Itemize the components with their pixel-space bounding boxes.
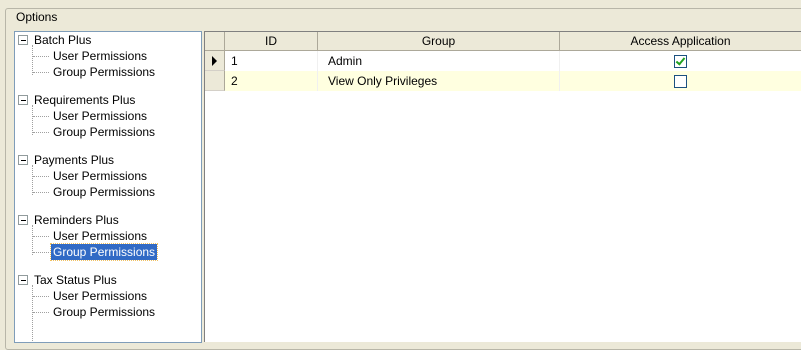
tree-node-label: User Permissions <box>53 229 148 243</box>
tree-node-label: Group Permissions <box>53 65 156 79</box>
row-selector[interactable] <box>205 71 225 91</box>
tree-line <box>32 225 33 255</box>
tree-node-label: Group Permissions <box>53 125 156 139</box>
column-header-id[interactable]: ID <box>225 32 318 51</box>
access-application-checkbox[interactable] <box>674 55 687 68</box>
tree-line <box>33 252 49 253</box>
tree-line <box>33 312 49 313</box>
tree-line <box>33 132 49 133</box>
cell-group[interactable]: Admin <box>318 51 560 71</box>
tree-node-label: Group Permissions <box>53 305 156 319</box>
tree-node-label: Batch Plus <box>34 33 92 47</box>
cell-id[interactable]: 1 <box>225 51 318 71</box>
permissions-grid[interactable]: ID Group Access Application 1 Admin 2 Vi… <box>204 31 801 342</box>
tree-node-label: Reminders Plus <box>34 213 119 227</box>
grid-corner-header <box>205 32 225 51</box>
column-header-group[interactable]: Group <box>318 32 560 51</box>
tree-node-label: User Permissions <box>53 49 148 63</box>
cell-group[interactable]: View Only Privileges <box>318 71 560 91</box>
tree-node-label: Requirements Plus <box>34 93 136 107</box>
tree-line <box>33 176 49 177</box>
access-application-checkbox[interactable] <box>674 75 687 88</box>
collapse-icon[interactable] <box>18 155 28 165</box>
row-selector[interactable] <box>205 51 225 71</box>
tree-node-label: User Permissions <box>53 289 148 303</box>
tree-node-label: Payments Plus <box>34 153 115 167</box>
tree-node-label: Group Permissions <box>53 185 156 199</box>
options-title: Options <box>14 10 60 24</box>
tree-node-label: Tax Status Plus <box>34 273 117 287</box>
tree-line <box>33 192 49 193</box>
tree-line <box>33 236 49 237</box>
permissions-tree[interactable]: Batch Plus User Permissions Group Permis… <box>14 31 202 343</box>
tree-line <box>33 56 49 57</box>
column-header-access-application[interactable]: Access Application <box>560 32 801 51</box>
tree-line <box>33 116 49 117</box>
collapse-icon[interactable] <box>18 275 28 285</box>
tree-node-label: User Permissions <box>53 109 148 123</box>
cell-id[interactable]: 2 <box>225 71 318 91</box>
tree-line <box>32 165 33 195</box>
collapse-icon[interactable] <box>18 95 28 105</box>
tree-line <box>33 72 49 73</box>
tree-line <box>32 105 33 135</box>
collapse-icon[interactable] <box>18 215 28 225</box>
tree-line <box>32 285 33 342</box>
tree-line <box>32 45 33 75</box>
collapse-icon[interactable] <box>18 35 28 45</box>
cell-access-application[interactable] <box>560 71 801 91</box>
current-row-arrow-icon <box>212 56 217 66</box>
tree-line <box>33 296 49 297</box>
tree-node-label: Group Permissions <box>49 243 159 261</box>
tree-node-label: User Permissions <box>53 169 148 183</box>
cell-access-application[interactable] <box>560 51 801 71</box>
